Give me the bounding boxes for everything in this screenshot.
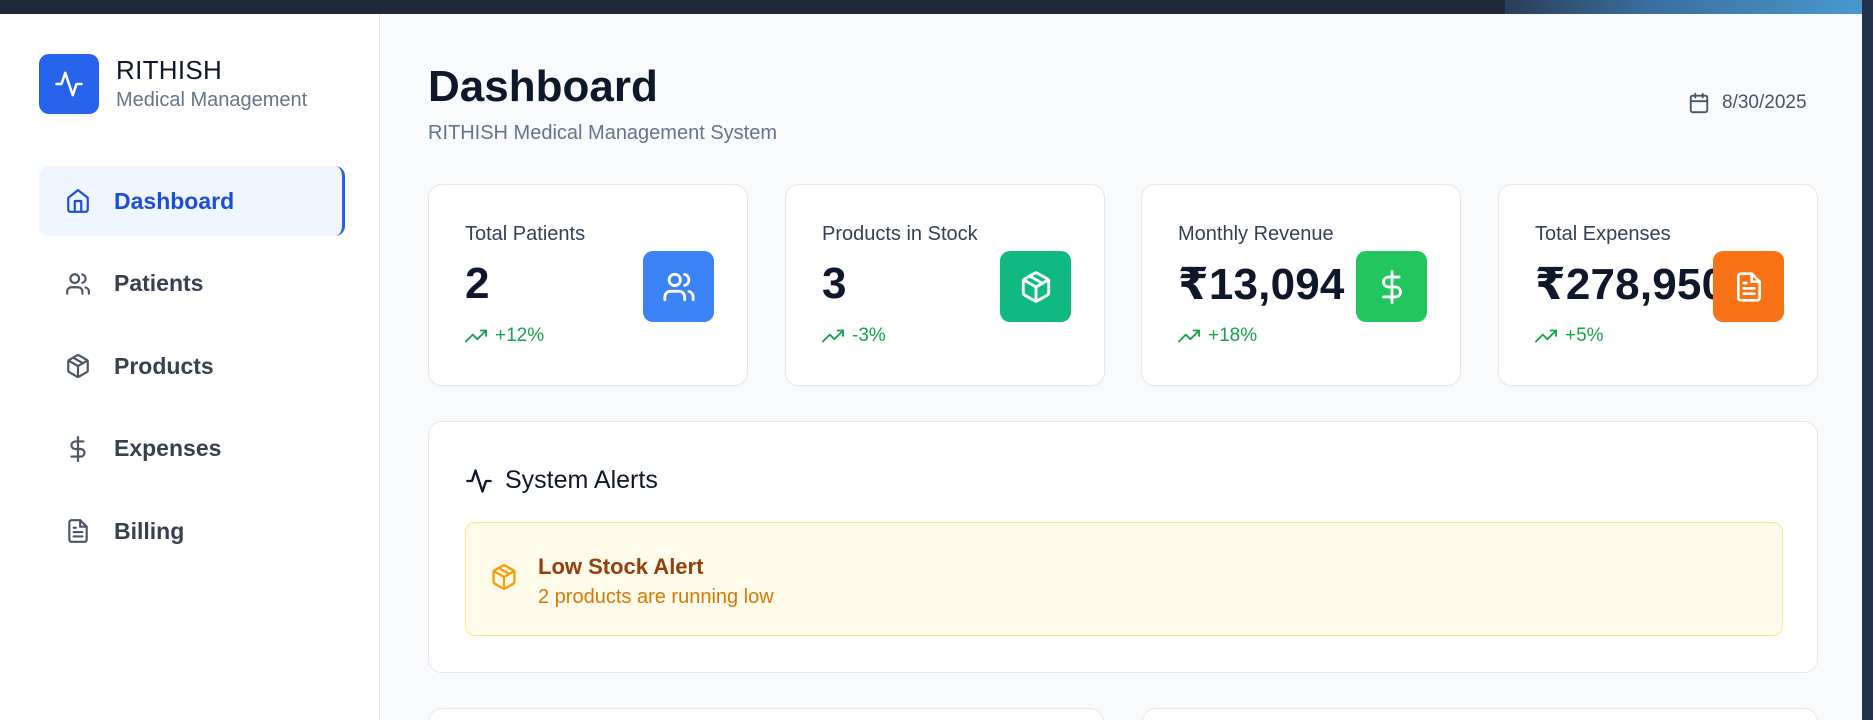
stat-trend-value: +5% (1565, 325, 1604, 346)
stats-row: Total Patients 2 +12% Products in Stock … (428, 184, 1818, 386)
sidebar-item-label: Dashboard (114, 187, 235, 214)
alerts-title: System Alerts (465, 466, 658, 495)
sidebar-item-products[interactable]: Products (39, 331, 345, 401)
trending-up-icon (1535, 325, 1557, 347)
home-icon (63, 186, 93, 216)
stat-label: Total Expenses (1535, 223, 1671, 245)
date-text: 8/30/2025 (1722, 92, 1807, 113)
users-icon (63, 269, 93, 299)
stat-value: 3 (822, 259, 847, 308)
window-right-edge (1862, 0, 1873, 720)
file-text-icon (1713, 251, 1784, 322)
lower-card-right (1142, 708, 1818, 720)
system-alerts-card: System Alerts Low Stock Alert 2 products… (428, 421, 1818, 673)
window-top-decoration (1505, 0, 1873, 14)
stat-value: ₹278,950 (1535, 260, 1727, 309)
package-icon (490, 563, 518, 596)
stat-trend: +12% (465, 325, 544, 347)
low-stock-alert[interactable]: Low Stock Alert 2 products are running l… (465, 522, 1783, 636)
calendar-icon (1688, 92, 1710, 114)
current-date: 8/30/2025 (1688, 92, 1862, 114)
window-top-strip (0, 0, 1873, 14)
alerts-title-text: System Alerts (505, 466, 658, 494)
file-text-icon (63, 516, 93, 546)
stat-card-total-patients[interactable]: Total Patients 2 +12% (428, 184, 748, 386)
stat-trend: +5% (1535, 325, 1604, 347)
stat-trend-value: +18% (1208, 325, 1258, 346)
stat-card-total-expenses[interactable]: Total Expenses ₹278,950 +5% (1498, 184, 1818, 386)
dollar-icon (1356, 251, 1427, 322)
stat-trend: -3% (822, 325, 886, 347)
users-icon (643, 251, 714, 322)
stat-card-products-in-stock[interactable]: Products in Stock 3 -3% (785, 184, 1105, 386)
stat-label: Products in Stock (822, 223, 978, 245)
brand-name: RITHISH (116, 55, 223, 85)
stat-label: Monthly Revenue (1178, 223, 1334, 245)
sidebar-item-expenses[interactable]: Expenses (39, 414, 345, 484)
dollar-icon (63, 434, 93, 464)
app-root: RITHISH Medical Management Dashboard Pat… (0, 14, 1862, 720)
sidebar-item-label: Patients (114, 270, 204, 296)
sidebar-nav: Dashboard Patients Products Expenses Bil… (39, 166, 345, 579)
sidebar-item-dashboard[interactable]: Dashboard (39, 166, 345, 236)
page-subtitle: RITHISH Medical Management System (428, 122, 778, 144)
stat-card-monthly-revenue[interactable]: Monthly Revenue ₹13,094 +18% (1141, 184, 1461, 386)
stat-trend-value: -3% (852, 325, 886, 346)
stat-trend: +18% (1178, 325, 1257, 347)
sidebar-item-billing[interactable]: Billing (39, 496, 345, 566)
package-icon (1000, 251, 1071, 322)
alert-title: Low Stock Alert (538, 554, 704, 579)
main-content: Dashboard RITHISH Medical Management Sys… (380, 14, 1862, 720)
sidebar-item-label: Billing (114, 517, 185, 544)
trending-up-icon (1178, 325, 1200, 347)
activity-icon (39, 54, 99, 114)
sidebar: RITHISH Medical Management Dashboard Pat… (0, 14, 380, 720)
trending-up-icon (465, 325, 487, 347)
sidebar-item-patients[interactable]: Patients (39, 249, 345, 319)
trending-up-icon (822, 325, 844, 347)
brand-subtitle: Medical Management (116, 89, 308, 111)
sidebar-item-label: Products (114, 352, 214, 379)
stat-label: Total Patients (465, 223, 586, 245)
stat-value: ₹13,094 (1178, 260, 1345, 309)
activity-icon (465, 467, 493, 495)
sidebar-item-label: Expenses (114, 435, 222, 461)
lower-card-left (428, 708, 1104, 720)
alert-message: 2 products are running low (538, 586, 774, 608)
package-icon (63, 351, 93, 381)
brand[interactable]: RITHISH Medical Management (39, 54, 307, 114)
stat-value: 2 (465, 259, 490, 308)
page-title: Dashboard (428, 62, 658, 111)
stat-trend-value: +12% (495, 325, 545, 346)
